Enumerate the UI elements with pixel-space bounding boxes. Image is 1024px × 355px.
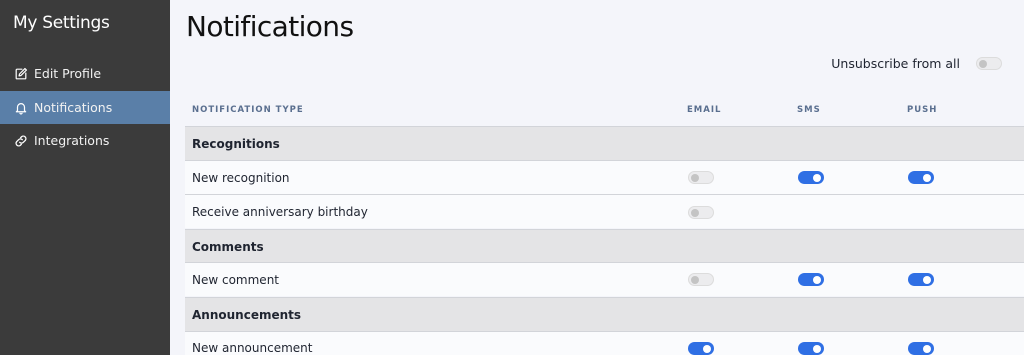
section-label: Announcements <box>192 307 302 322</box>
column-header-push: PUSH <box>907 105 938 115</box>
link-icon <box>13 133 28 148</box>
table-row: New comment <box>185 262 1024 296</box>
section-label: Recognitions <box>192 136 280 151</box>
page-title: Notifications <box>186 10 354 43</box>
row-label: New recognition <box>192 170 290 185</box>
unsubscribe-all-toggle[interactable] <box>976 57 1002 70</box>
row-label: New announcement <box>192 341 313 355</box>
column-header-type: NOTIFICATION TYPE <box>192 105 304 115</box>
row-label: New comment <box>192 272 279 287</box>
unsubscribe-all: Unsubscribe from all <box>831 56 1002 71</box>
push-toggle[interactable] <box>908 273 934 286</box>
section-label: Comments <box>192 239 264 254</box>
section-row-comments: Comments <box>185 229 1024 263</box>
email-toggle[interactable] <box>688 206 714 219</box>
edit-icon <box>13 66 28 81</box>
sms-toggle[interactable] <box>798 273 824 286</box>
sidebar-item-integrations[interactable]: Integrations <box>0 124 170 157</box>
email-toggle[interactable] <box>688 342 714 355</box>
table-row: New announcement <box>185 331 1024 355</box>
sidebar-item-label: Notifications <box>34 100 113 115</box>
sidebar-item-notifications[interactable]: Notifications <box>0 91 170 124</box>
unsubscribe-all-label: Unsubscribe from all <box>831 56 960 71</box>
email-toggle[interactable] <box>688 171 714 184</box>
sms-toggle[interactable] <box>798 171 824 184</box>
column-header-sms: SMS <box>797 105 821 115</box>
column-header-email: EMAIL <box>687 105 722 115</box>
sidebar-title: My Settings <box>13 13 110 33</box>
sidebar-item-edit-profile[interactable]: Edit Profile <box>0 57 170 90</box>
sidebar: My Settings Edit Profile Notifications I… <box>0 0 170 355</box>
table-row: New recognition <box>185 160 1024 194</box>
sidebar-item-label: Integrations <box>34 133 110 148</box>
table-row: Receive anniversary birthday <box>185 194 1024 228</box>
main-content: Notifications Unsubscribe from all NOTIF… <box>170 0 1024 355</box>
row-label: Receive anniversary birthday <box>192 204 368 219</box>
sidebar-item-label: Edit Profile <box>34 66 102 81</box>
push-toggle[interactable] <box>908 342 934 355</box>
sms-toggle[interactable] <box>798 342 824 355</box>
section-row-announcements: Announcements <box>185 297 1024 331</box>
push-toggle[interactable] <box>908 171 934 184</box>
email-toggle[interactable] <box>688 273 714 286</box>
section-row-recognitions: Recognitions <box>185 126 1024 160</box>
bell-icon <box>13 100 28 115</box>
